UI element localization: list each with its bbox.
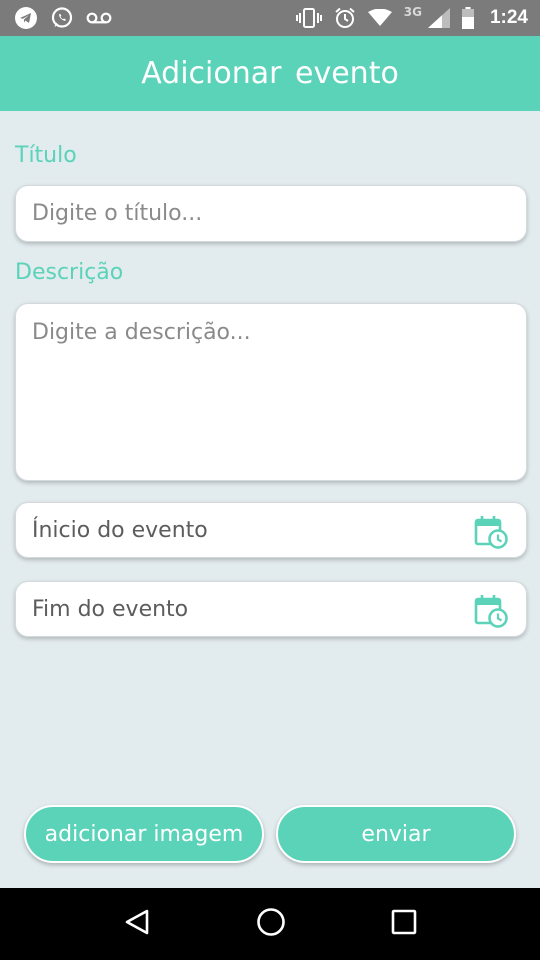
home-icon[interactable]: [256, 907, 286, 941]
title-placeholder: Digite o título...: [32, 201, 203, 226]
status-bar: 3G 1:24: [0, 0, 540, 36]
alarm-icon: [334, 7, 356, 29]
clock: 1:24: [489, 7, 528, 28]
back-icon[interactable]: [123, 908, 151, 940]
telegram-icon: [14, 6, 38, 30]
send-button[interactable]: enviar: [276, 805, 516, 863]
navigation-bar: [0, 888, 540, 960]
description-label: Descrição: [15, 260, 124, 285]
calendar-clock-icon[interactable]: [474, 594, 508, 632]
signal-icon: [427, 8, 450, 28]
recents-icon[interactable]: [391, 909, 417, 939]
description-placeholder: Digite a descrição...: [32, 320, 251, 345]
voicemail-icon: [86, 11, 112, 25]
wifi-icon: [367, 9, 392, 27]
page-title: Adicionar evento: [141, 56, 399, 91]
end-date-field[interactable]: Fim do evento: [15, 581, 527, 637]
end-date-label: Fim do evento: [32, 597, 189, 622]
title-input[interactable]: Digite o título...: [15, 185, 527, 242]
description-input[interactable]: Digite a descrição...: [15, 303, 527, 481]
vibrate-icon: [295, 8, 322, 28]
add-image-button[interactable]: adicionar imagem: [24, 805, 264, 863]
network-type: 3G: [403, 5, 422, 19]
title-label: Título: [15, 143, 77, 168]
start-date-label: Ínicio do evento: [32, 518, 208, 543]
calendar-clock-icon[interactable]: [474, 515, 508, 553]
start-date-field[interactable]: Ínicio do evento: [15, 502, 527, 558]
whatsapp-icon: [50, 6, 74, 30]
app-bar: Adicionar evento: [0, 36, 540, 111]
battery-icon: [461, 7, 474, 29]
